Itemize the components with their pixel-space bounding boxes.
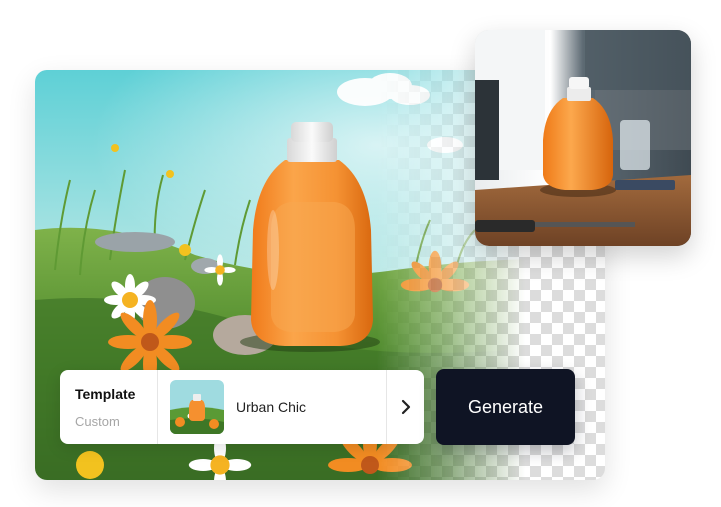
template-selector: Template Custom Urban Chic xyxy=(60,370,424,444)
ai-product-photo-stage: Template Custom Urban Chic Generate xyxy=(0,0,721,507)
template-custom-option[interactable]: Custom xyxy=(75,414,157,429)
template-title: Template xyxy=(75,385,136,402)
chevron-right-icon xyxy=(401,399,410,415)
template-option-urban-chic[interactable]: Urban Chic xyxy=(158,370,386,444)
template-thumbnail xyxy=(170,380,224,434)
template-label-group: Template Custom xyxy=(60,370,158,444)
template-option-label: Urban Chic xyxy=(236,399,307,415)
next-template-button[interactable] xyxy=(386,370,424,444)
reference-photo xyxy=(475,30,691,246)
generate-button[interactable]: Generate xyxy=(436,369,575,445)
